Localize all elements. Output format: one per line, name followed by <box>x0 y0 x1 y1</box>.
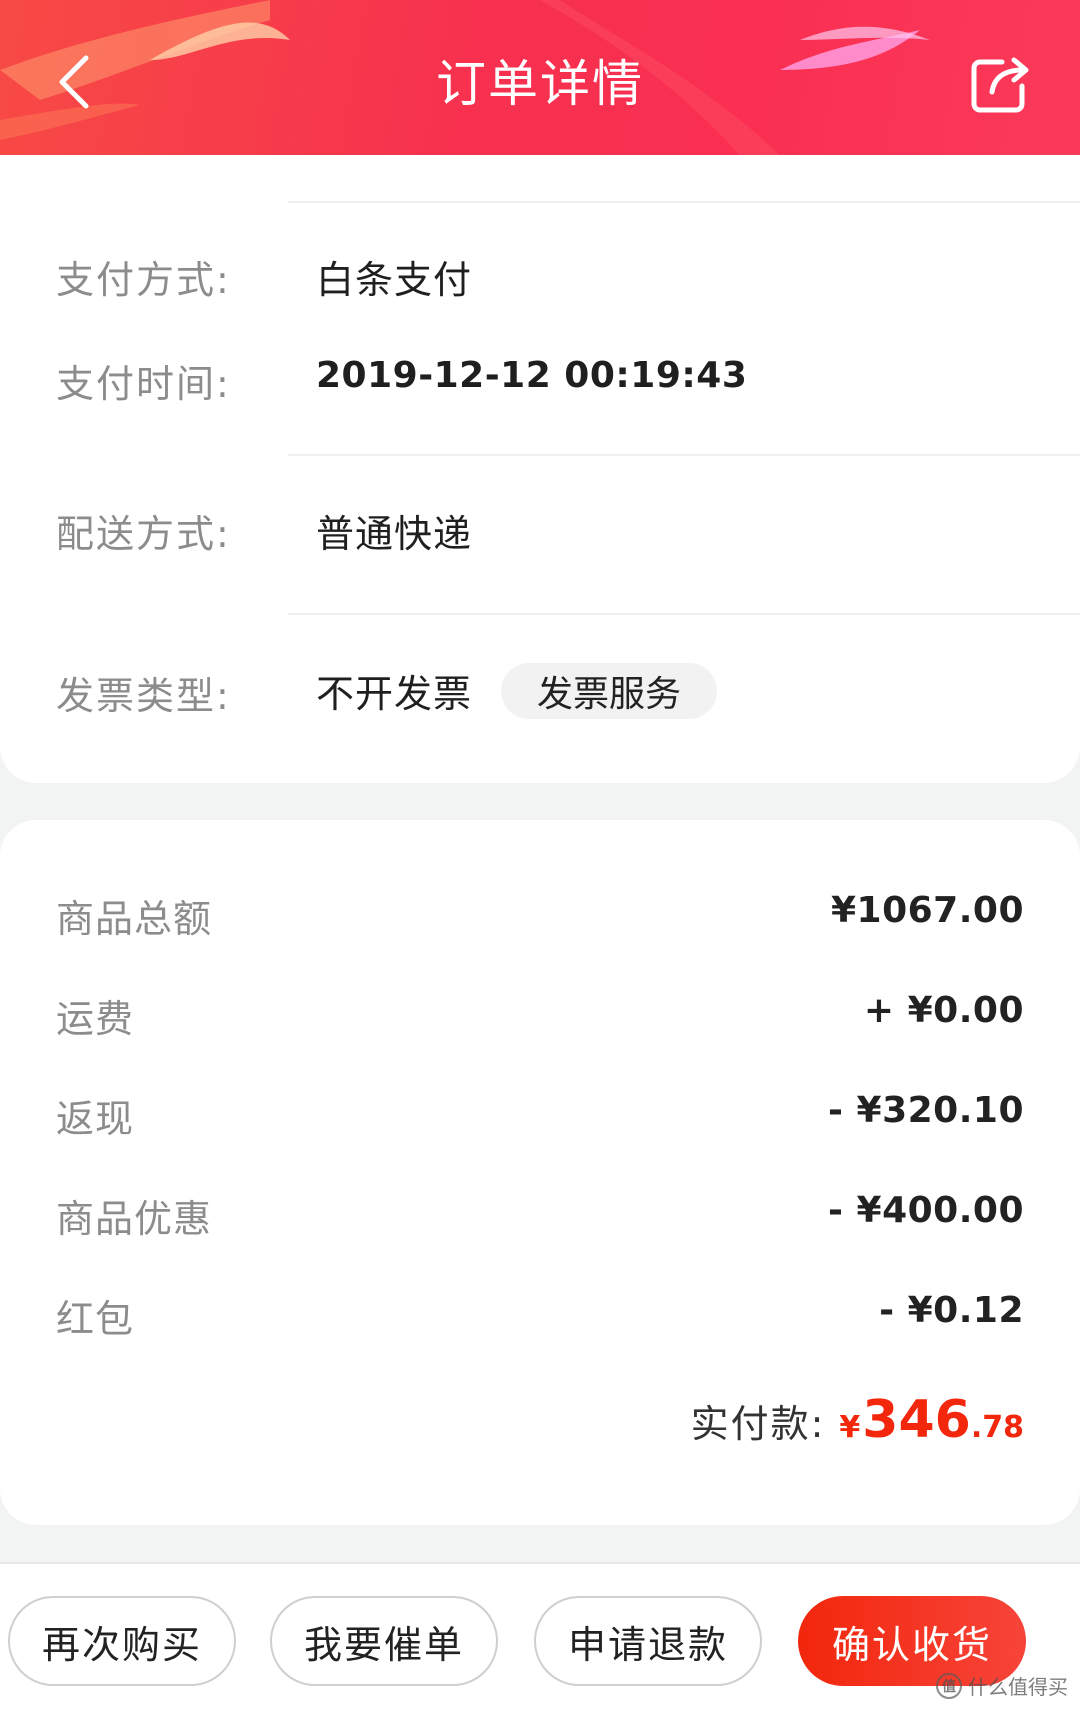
delivery-method-label: 配送方式: <box>56 512 231 556</box>
total-decimal: .78 <box>970 1410 1024 1445</box>
header-bar: 订单详情 <box>0 0 1080 155</box>
total-paid-label: 实付款: <box>690 1402 826 1446</box>
fee-label-cashback: 返现 <box>56 1097 135 1141</box>
fee-summary-card: 商品总额 ¥1067.00 运费 + ¥0.00 返现 - ¥320.10 商品… <box>0 820 1080 1525</box>
fee-label-shipping: 运费 <box>56 997 135 1041</box>
payment-time-label: 支付时间: <box>56 362 231 406</box>
fee-value-cashback: - ¥320.10 <box>828 1090 1024 1131</box>
buy-again-button[interactable]: 再次购买 <box>8 1596 236 1686</box>
total-currency: ¥ <box>839 1410 861 1445</box>
total-paid-amount: ¥ 346 .78 <box>839 1390 1024 1450</box>
fee-value-discount: - ¥400.00 <box>828 1190 1024 1231</box>
total-paid: 实付款: ¥ 346 .78 <box>691 1390 1024 1450</box>
invoice-type-value: 不开发票 <box>316 672 473 716</box>
fee-value-shipping: + ¥0.00 <box>863 990 1024 1031</box>
fee-value-goods-total: ¥1067.00 <box>830 890 1024 931</box>
share-icon <box>971 57 1029 113</box>
divider <box>288 454 1080 456</box>
divider <box>288 201 1080 203</box>
bottom-action-bar: 再次购买 我要催单 申请退款 确认收货 值 什么值得买 <box>0 1562 1080 1710</box>
order-detail-page: 订单详情 支付方式: 白条支付 支付时间: 2019-12-12 00:19:4… <box>0 0 1080 1710</box>
watermark: 值 什么值得买 <box>936 1671 1068 1700</box>
share-button[interactable] <box>960 44 1040 124</box>
page-title: 订单详情 <box>436 55 644 113</box>
order-info-card: 支付方式: 白条支付 支付时间: 2019-12-12 00:19:43 配送方… <box>0 155 1080 783</box>
invoice-service-button[interactable]: 发票服务 <box>501 663 717 719</box>
fee-label-goods-total: 商品总额 <box>56 897 213 941</box>
invoice-type-label: 发票类型: <box>56 674 231 718</box>
fee-label-discount: 商品优惠 <box>56 1197 213 1241</box>
watermark-logo-icon: 值 <box>936 1672 962 1699</box>
total-integer: 346 <box>862 1390 971 1450</box>
divider <box>288 613 1080 615</box>
payment-method-value: 白条支付 <box>316 258 473 302</box>
watermark-text: 什么值得买 <box>968 1675 1068 1699</box>
fee-label-red-packet: 红包 <box>56 1297 135 1341</box>
urge-order-button[interactable]: 我要催单 <box>270 1596 498 1686</box>
apply-refund-button[interactable]: 申请退款 <box>534 1596 762 1686</box>
payment-method-label: 支付方式: <box>56 258 231 302</box>
fee-value-red-packet: - ¥0.12 <box>879 1290 1024 1331</box>
delivery-method-value: 普通快递 <box>316 512 473 556</box>
payment-time-value: 2019-12-12 00:19:43 <box>316 355 748 396</box>
